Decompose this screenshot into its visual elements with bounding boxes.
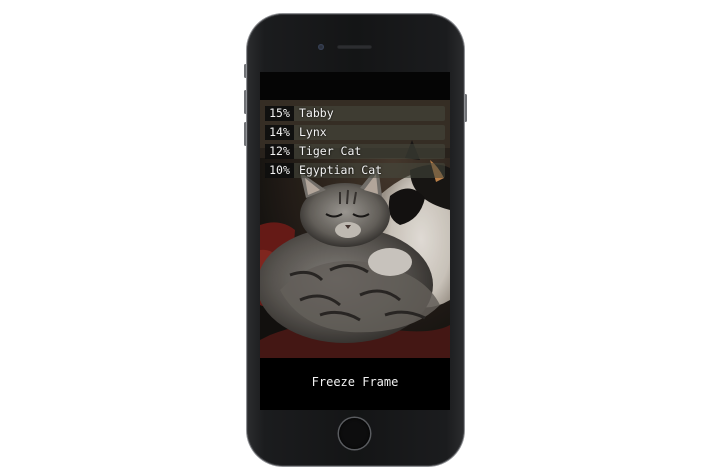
freeze-frame-button[interactable]: Freeze Frame: [260, 372, 450, 392]
prediction-row: 14% Lynx: [265, 125, 445, 142]
stage: 15% Tabby 14% Lynx 12% Tiger Cat 10% Egy…: [0, 0, 711, 476]
prediction-label: Lynx: [299, 125, 327, 139]
home-button-icon[interactable]: [339, 418, 370, 449]
prediction-label: Tabby: [299, 106, 334, 120]
prediction-percent: 14%: [265, 125, 294, 140]
phone-screen: 15% Tabby 14% Lynx 12% Tiger Cat 10% Egy…: [260, 72, 450, 410]
earpiece-speaker-icon: [337, 45, 372, 49]
prediction-label: Tiger Cat: [299, 144, 362, 158]
prediction-label: Egyptian Cat: [299, 163, 383, 177]
prediction-percent: 10%: [265, 163, 294, 178]
power-button[interactable]: [464, 94, 467, 122]
prediction-row: 12% Tiger Cat: [265, 144, 445, 161]
prediction-percent: 12%: [265, 144, 294, 159]
status-bar: [260, 72, 450, 100]
front-camera-icon: [318, 44, 324, 50]
prediction-list: 15% Tabby 14% Lynx 12% Tiger Cat 10% Egy…: [265, 106, 445, 182]
prediction-row: 10% Egyptian Cat: [265, 163, 445, 180]
prediction-percent: 15%: [265, 106, 294, 121]
prediction-row: 15% Tabby: [265, 106, 445, 123]
